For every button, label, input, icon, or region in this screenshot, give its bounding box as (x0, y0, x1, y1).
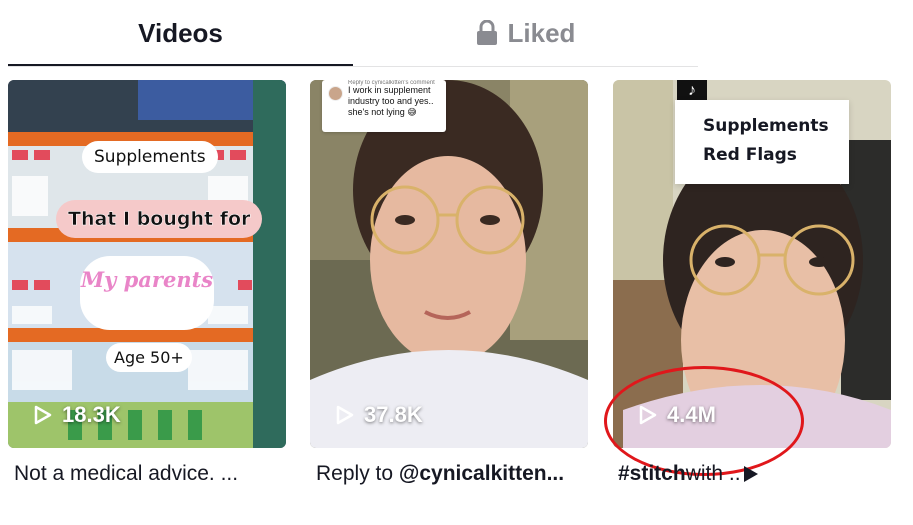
profile-tabs: Videos Liked (8, 0, 698, 68)
overlay-text-parents: My parents (80, 256, 214, 330)
tab-divider (8, 66, 698, 67)
play-arrow-icon (743, 466, 758, 482)
view-count-value: 37.8K (364, 402, 423, 427)
tab-videos-label: Videos (138, 17, 223, 48)
overlay-text-bought-for: That I bought for (56, 200, 263, 238)
overlay-text-red-flags: Red Flags (703, 145, 797, 165)
tab-liked-label: Liked (507, 17, 576, 48)
avatar (328, 86, 343, 101)
view-count-2: 37.8K (336, 402, 423, 428)
caption-rest: with .. (685, 462, 741, 485)
view-count-value: 18.3K (62, 402, 121, 427)
lock-icon (476, 19, 498, 46)
overlay-text-box: Supplements Red Flags (675, 100, 849, 184)
video-thumbnail-2 (310, 80, 588, 448)
caption-text: Not a medical advice. ... (14, 462, 239, 485)
caption-handle[interactable]: @cynicalkitten... (399, 462, 564, 485)
video-caption-2[interactable]: Reply to @cynicalkitten... (316, 462, 564, 486)
tab-liked[interactable]: Liked (353, 0, 698, 66)
overlay-text-supplements: Supplements (82, 141, 218, 173)
reply-text: I work in supplement industry too and ye… (348, 85, 434, 117)
reply-comment-sticker: Reply to cynicalkitten's comment I work … (322, 80, 446, 132)
overlay-text-age: Age 50+ (106, 343, 192, 372)
video-card-2[interactable]: Reply to cynicalkitten's comment I work … (310, 80, 588, 448)
caption-hashtag[interactable]: #stitch (618, 462, 686, 486)
tab-videos[interactable]: Videos (8, 0, 353, 66)
view-count-1: 18.3K (34, 402, 121, 428)
reply-header: Reply to cynicalkitten's comment (348, 80, 435, 86)
caption-prefix: Reply to (316, 462, 399, 485)
overlay-text-supplements: Supplements (703, 116, 829, 136)
video-card-1[interactable]: Supplements That I bought for My parents… (8, 80, 286, 448)
video-caption-3[interactable]: #stitch with .. (618, 462, 759, 486)
play-icon (34, 405, 52, 425)
play-icon (336, 405, 354, 425)
highlight-circle (604, 366, 804, 476)
video-caption-1[interactable]: Not a medical advice. ... (14, 462, 238, 486)
